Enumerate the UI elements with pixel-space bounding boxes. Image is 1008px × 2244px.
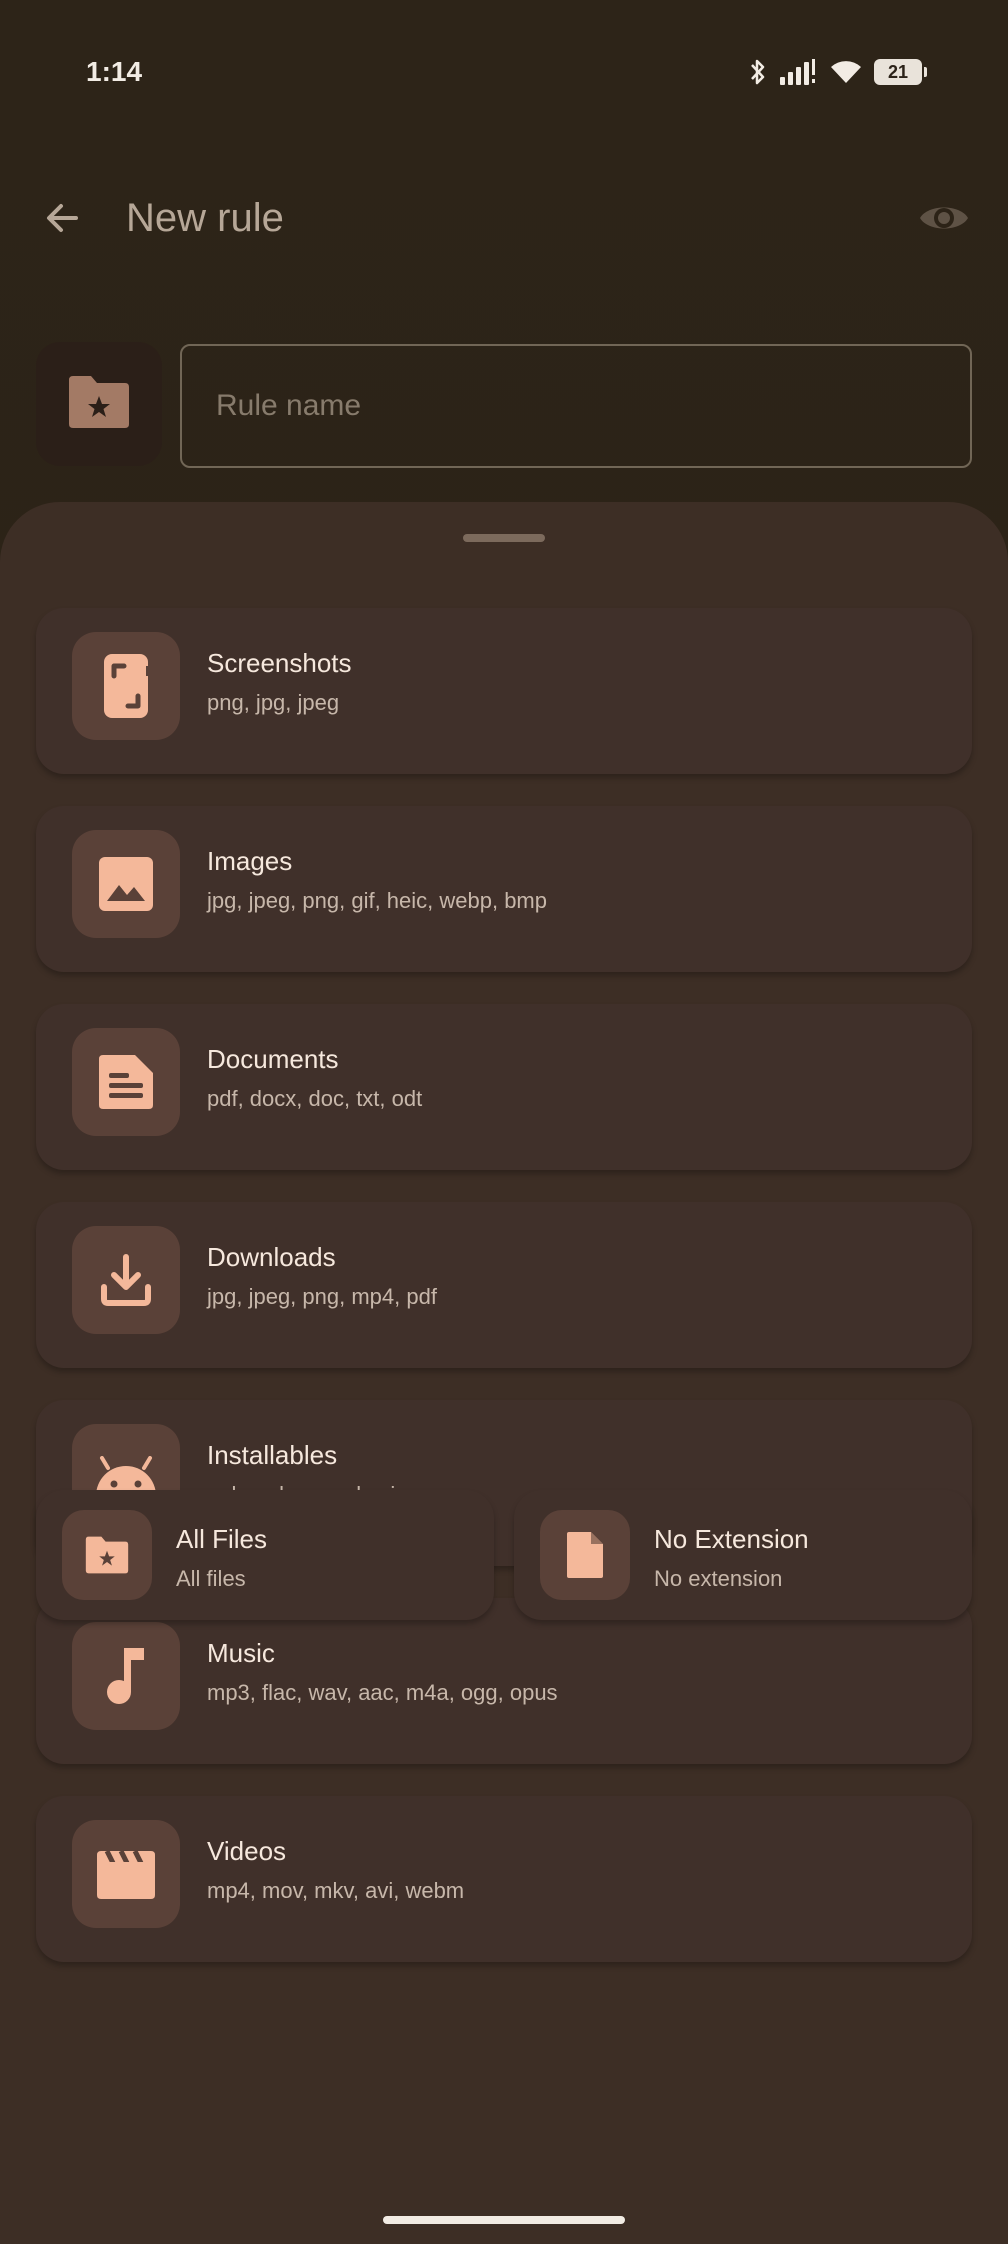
category-card-downloads[interactable]: Downloads jpg, jpeg, png, mp4, pdf [36,1202,972,1368]
category-extensions: mp4, mov, mkv, avi, webm [207,1878,465,1903]
drag-handle[interactable] [463,534,545,542]
eye-icon [918,200,970,241]
status-time: 1:14 [86,56,143,87]
category-card-documents[interactable]: Documents pdf, docx, doc, txt, odt [36,1004,972,1170]
home-indicator[interactable] [383,2216,625,2224]
folder-star-icon [65,374,133,435]
category-extensions: jpg, jpeg, png, gif, heic, webp, bmp [207,888,547,913]
category-title: Videos [207,1836,287,1866]
status-bar: 1:14 21 [0,0,1008,140]
option-title: No Extension [654,1524,809,1554]
status-icons: 21 [748,58,927,86]
option-title: All Files [176,1524,268,1554]
category-title: Music [207,1638,275,1668]
folder-star-icon [62,1510,152,1600]
page-title: New rule [126,196,284,240]
music-note-icon [72,1622,180,1730]
category-card-music[interactable]: Music mp3, flac, wav, aac, m4a, ogg, opu… [36,1598,972,1764]
document-icon [72,1028,180,1136]
wifi-icon [830,59,862,85]
category-title: Documents [207,1044,339,1074]
rule-icon-picker[interactable] [36,342,162,466]
category-title: Screenshots [207,648,352,678]
rule-name-input[interactable] [180,344,972,468]
category-extensions: pdf, docx, doc, txt, odt [207,1086,423,1111]
category-extensions: png, jpg, jpeg [207,690,340,715]
option-subtitle: No extension [654,1566,783,1591]
category-extensions: mp3, flac, wav, aac, m4a, ogg, opus [207,1680,558,1705]
clapperboard-icon [72,1820,180,1928]
option-card-no-extension[interactable]: No Extension No extension [514,1490,972,1620]
battery-indicator: 21 [874,59,927,85]
category-card-videos[interactable]: Videos mp4, mov, mkv, avi, webm [36,1796,972,1962]
category-extensions: jpg, jpeg, png, mp4, pdf [207,1284,437,1309]
arrow-back-icon [42,198,82,243]
option-card-all-files[interactable]: All Files All files [36,1490,494,1620]
option-subtitle: All files [176,1566,246,1591]
screenshot-icon [72,632,180,740]
category-card-screenshots[interactable]: Screenshots png, jpg, jpeg [36,608,972,774]
category-title: Installables [207,1440,338,1470]
signal-icon [780,59,818,85]
download-icon [72,1226,180,1334]
bluetooth-icon [748,58,768,86]
top-app-bar: New rule [0,180,1008,260]
file-icon [540,1510,630,1600]
image-icon [72,830,180,938]
category-bottom-sheet: Screenshots png, jpg, jpeg Images jpg, j… [0,502,1008,2244]
back-button[interactable] [36,194,88,246]
category-title: Images [207,846,293,876]
preview-button[interactable] [916,194,972,246]
category-card-images[interactable]: Images jpg, jpeg, png, gif, heic, webp, … [36,806,972,972]
category-title: Downloads [207,1242,336,1272]
